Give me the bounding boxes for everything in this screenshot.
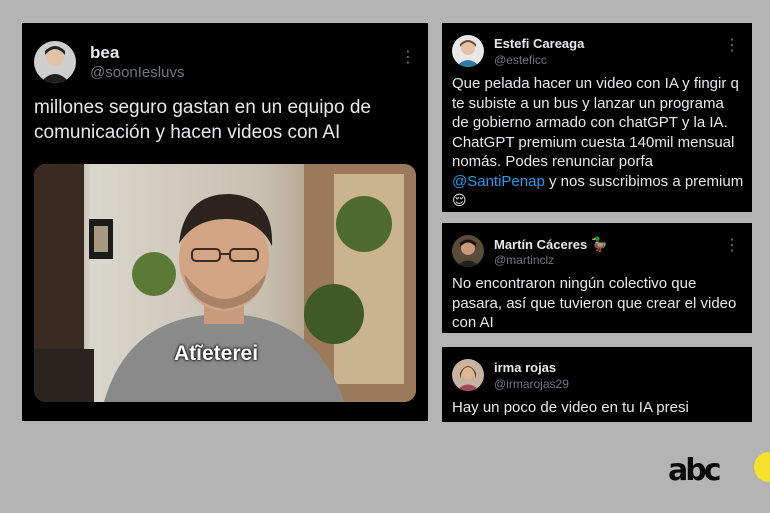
tweet-text: Hay un poco de video en tu IA presi	[452, 399, 689, 416]
tweet-video[interactable]: Atĩeterei	[34, 164, 416, 402]
tweet-card-bea: bea @soonIesluvs ⋮ millones seguro gasta…	[22, 23, 428, 421]
abc-logo: abc	[668, 453, 721, 488]
author-name[interactable]: bea	[90, 43, 119, 63]
tweet-text-part: Que pelada hacer un video con IA y fingi…	[452, 75, 739, 170]
avatar-martin[interactable]	[452, 235, 484, 267]
brand-accent-circle	[754, 452, 770, 482]
tweet-card-martin: Martín Cáceres 🦆 @martinclz ⋮ No encontr…	[442, 223, 752, 333]
author-name[interactable]: Estefi Careaga	[494, 36, 584, 51]
more-options-icon[interactable]: ⋮	[724, 238, 740, 254]
tweet-text: No encontraron ningún colectivo que pasa…	[452, 275, 737, 331]
more-options-icon[interactable]: ⋮	[400, 50, 416, 66]
author-handle[interactable]: @irmarojas29	[494, 377, 569, 391]
duck-emoji: 🦆	[590, 236, 609, 252]
relieved-face-emoji: 😌	[452, 192, 467, 208]
avatar-estefi[interactable]	[452, 35, 484, 67]
more-options-icon[interactable]: ⋮	[724, 38, 740, 54]
author-handle[interactable]: @martinclz	[494, 253, 554, 267]
tweet-text: millones seguro gastan en un equipo de c…	[34, 97, 371, 143]
author-name[interactable]: irma rojas	[494, 360, 556, 375]
avatar-irma[interactable]	[452, 359, 484, 391]
tweet-card-estefi: Estefi Careaga @esteficc ⋮ Que pelada ha…	[442, 23, 752, 212]
author-handle[interactable]: @soonIesluvs	[90, 64, 184, 81]
author-handle[interactable]: @esteficc	[494, 53, 547, 67]
author-name[interactable]: Martín Cáceres 🦆	[494, 236, 608, 253]
mention-link[interactable]: @SantiPenap	[452, 173, 545, 190]
video-caption: Atĩeterei	[174, 342, 259, 365]
tweet-text: Que pelada hacer un video con IA y fingi…	[452, 74, 744, 211]
author-name-text: Martín Cáceres	[494, 237, 588, 252]
avatar-bea[interactable]	[34, 41, 76, 83]
tweet-card-irma: irma rojas @irmarojas29 Hay un poco de v…	[442, 347, 752, 422]
tweet-text-part: y nos suscribimos a premium	[544, 172, 744, 190]
video-frame-illustration	[34, 164, 416, 402]
